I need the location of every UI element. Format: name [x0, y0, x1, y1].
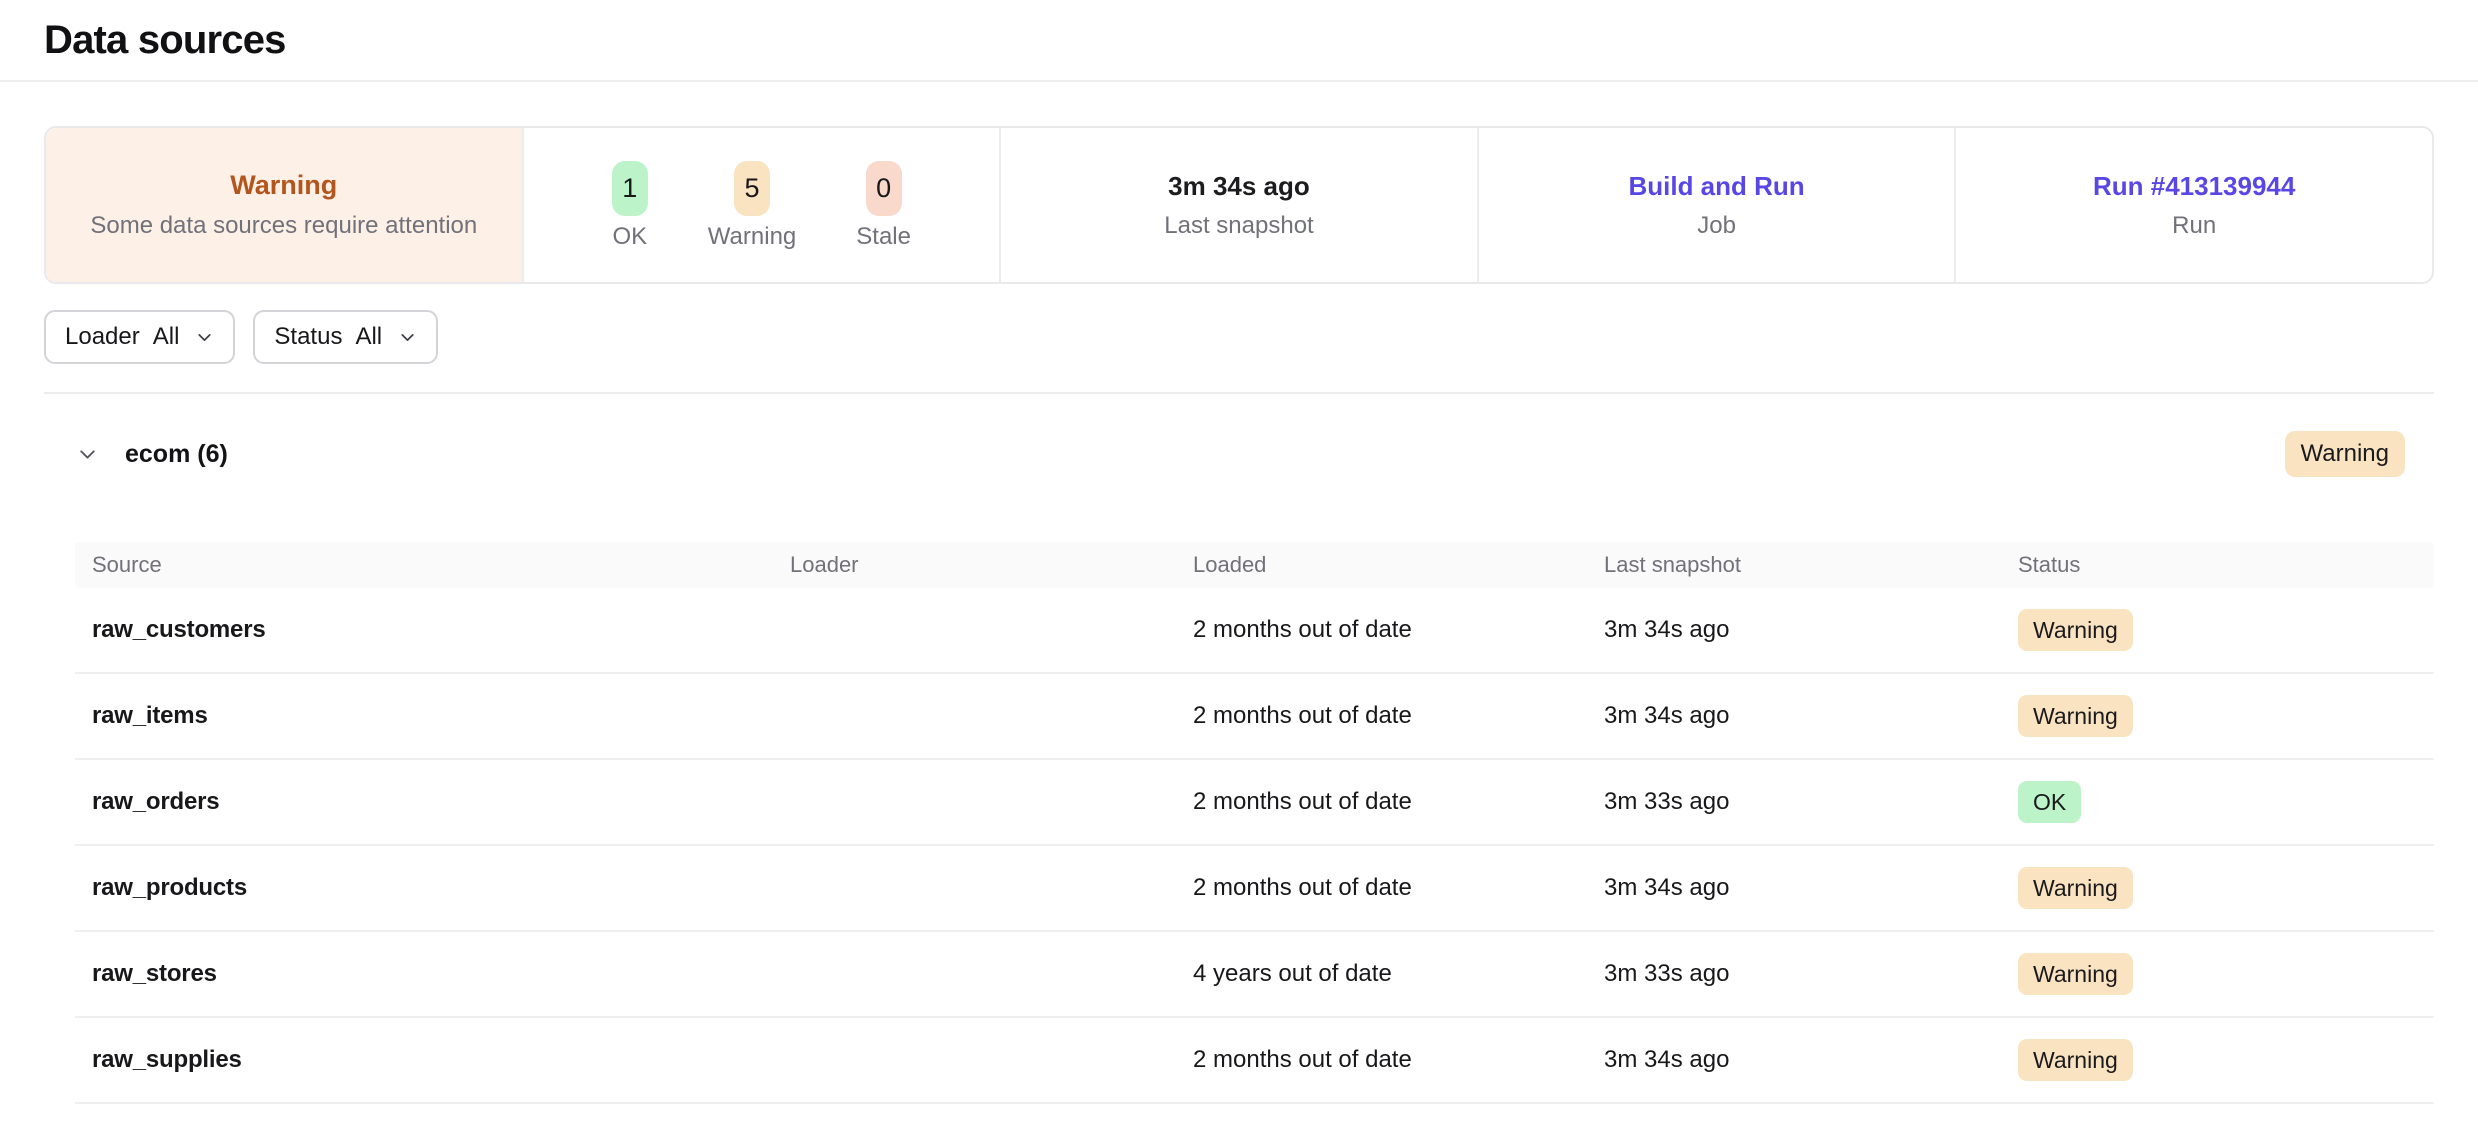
table-row[interactable]: raw_products 2 months out of date 3m 34s…: [75, 846, 2434, 932]
table-row[interactable]: raw_orders 2 months out of date 3m 33s a…: [75, 760, 2434, 846]
group-name: ecom (6): [125, 440, 228, 469]
stat-badge: 5: [734, 161, 770, 216]
chevron-down-icon[interactable]: [75, 442, 100, 467]
filter-bar: Loader All Status All: [44, 310, 2434, 364]
loaded-cell: 2 months out of date: [1176, 874, 1587, 902]
snapshot-cell: 3m 34s ago: [1587, 702, 2001, 730]
table-row[interactable]: raw_supplies 2 months out of date 3m 34s…: [75, 1018, 2434, 1104]
overall-status-subtitle: Some data sources require attention: [90, 214, 477, 238]
status-filter-label: Status: [274, 323, 342, 351]
table-body: raw_customers 2 months out of date 3m 34…: [75, 588, 2434, 1104]
chevron-down-icon: [194, 327, 215, 348]
status-badge: OK: [2018, 781, 2081, 823]
stat-badge: 0: [866, 161, 902, 216]
job-card: Build and Run Job: [1477, 128, 1955, 282]
column-header-loaded: Loaded: [1176, 552, 1587, 578]
status-cell: Warning: [2001, 609, 2434, 651]
stat-ok: 1 OK: [612, 161, 648, 249]
run-link[interactable]: Run #413139944: [2093, 173, 2295, 199]
loader-filter-label: Loader: [65, 323, 140, 351]
chevron-down-icon: [397, 327, 418, 348]
source-cell: raw_orders: [75, 788, 773, 816]
snapshot-cell: 3m 33s ago: [1587, 960, 2001, 988]
loaded-cell: 2 months out of date: [1176, 788, 1587, 816]
source-cell: raw_stores: [75, 960, 773, 988]
data-sources-table: Source Loader Loaded Last snapshot Statu…: [75, 542, 2434, 1104]
last-snapshot-card: 3m 34s ago Last snapshot: [999, 128, 1477, 282]
table-header-row: Source Loader Loaded Last snapshot Statu…: [75, 542, 2434, 588]
source-cell: raw_products: [75, 874, 773, 902]
last-snapshot-value: 3m 34s ago: [1168, 173, 1310, 199]
column-header-loader: Loader: [773, 552, 1176, 578]
status-badge: Warning: [2018, 867, 2133, 909]
stat-label-ok: OK: [612, 225, 647, 249]
snapshot-cell: 3m 34s ago: [1587, 616, 2001, 644]
snapshot-cell: 3m 33s ago: [1587, 788, 2001, 816]
run-label: Run: [2172, 214, 2216, 238]
loaded-cell: 2 months out of date: [1176, 616, 1587, 644]
group-header-ecom[interactable]: ecom (6) Warning: [44, 430, 2434, 478]
stat-stale: 0 Stale: [856, 161, 911, 249]
source-cell: raw_items: [75, 702, 773, 730]
job-link[interactable]: Build and Run: [1628, 173, 1804, 199]
page-header: Data sources: [0, 0, 2478, 82]
column-header-last-snapshot: Last snapshot: [1587, 552, 2001, 578]
status-badge: Warning: [2018, 695, 2133, 737]
job-label: Job: [1697, 214, 1736, 238]
loaded-cell: 2 months out of date: [1176, 1046, 1587, 1074]
status-cell: Warning: [2001, 1039, 2434, 1081]
stat-warning: 5 Warning: [708, 161, 796, 249]
source-cell: raw_supplies: [75, 1046, 773, 1074]
snapshot-cell: 3m 34s ago: [1587, 874, 2001, 902]
table-row[interactable]: raw_customers 2 months out of date 3m 34…: [75, 588, 2434, 674]
status-cell: Warning: [2001, 695, 2434, 737]
page-title: Data sources: [44, 18, 286, 63]
main-content: Warning Some data sources require attent…: [0, 126, 2478, 1104]
status-cell: OK: [2001, 781, 2434, 823]
section-divider: [44, 392, 2434, 394]
status-cell: Warning: [2001, 953, 2434, 995]
snapshot-cell: 3m 34s ago: [1587, 1046, 2001, 1074]
source-cell: raw_customers: [75, 616, 773, 644]
status-badge: Warning: [2018, 609, 2133, 651]
overall-status-card: Warning Some data sources require attent…: [46, 128, 522, 282]
table-row[interactable]: raw_stores 4 years out of date 3m 33s ag…: [75, 932, 2434, 1018]
status-counts-card: 1 OK 5 Warning 0 Stale: [522, 128, 1000, 282]
group-status-badge: Warning: [2285, 431, 2405, 477]
loader-filter-value: All: [153, 323, 180, 351]
run-card: Run #413139944 Run: [1954, 128, 2432, 282]
status-badge: Warning: [2018, 1039, 2133, 1081]
stat-label-stale: Stale: [856, 225, 911, 249]
status-badge: Warning: [2018, 953, 2133, 995]
last-snapshot-label: Last snapshot: [1164, 214, 1313, 238]
status-cell: Warning: [2001, 867, 2434, 909]
column-header-source: Source: [75, 552, 773, 578]
stat-badge: 1: [612, 161, 648, 216]
table-row[interactable]: raw_items 2 months out of date 3m 34s ag…: [75, 674, 2434, 760]
loaded-cell: 4 years out of date: [1176, 960, 1587, 988]
loaded-cell: 2 months out of date: [1176, 702, 1587, 730]
summary-bar: Warning Some data sources require attent…: [44, 126, 2434, 284]
status-filter-dropdown[interactable]: Status All: [253, 310, 438, 364]
loader-filter-dropdown[interactable]: Loader All: [44, 310, 235, 364]
column-header-status: Status: [2001, 552, 2434, 578]
status-filter-value: All: [355, 323, 382, 351]
overall-status-title: Warning: [230, 172, 337, 199]
stat-label-warning: Warning: [708, 225, 796, 249]
